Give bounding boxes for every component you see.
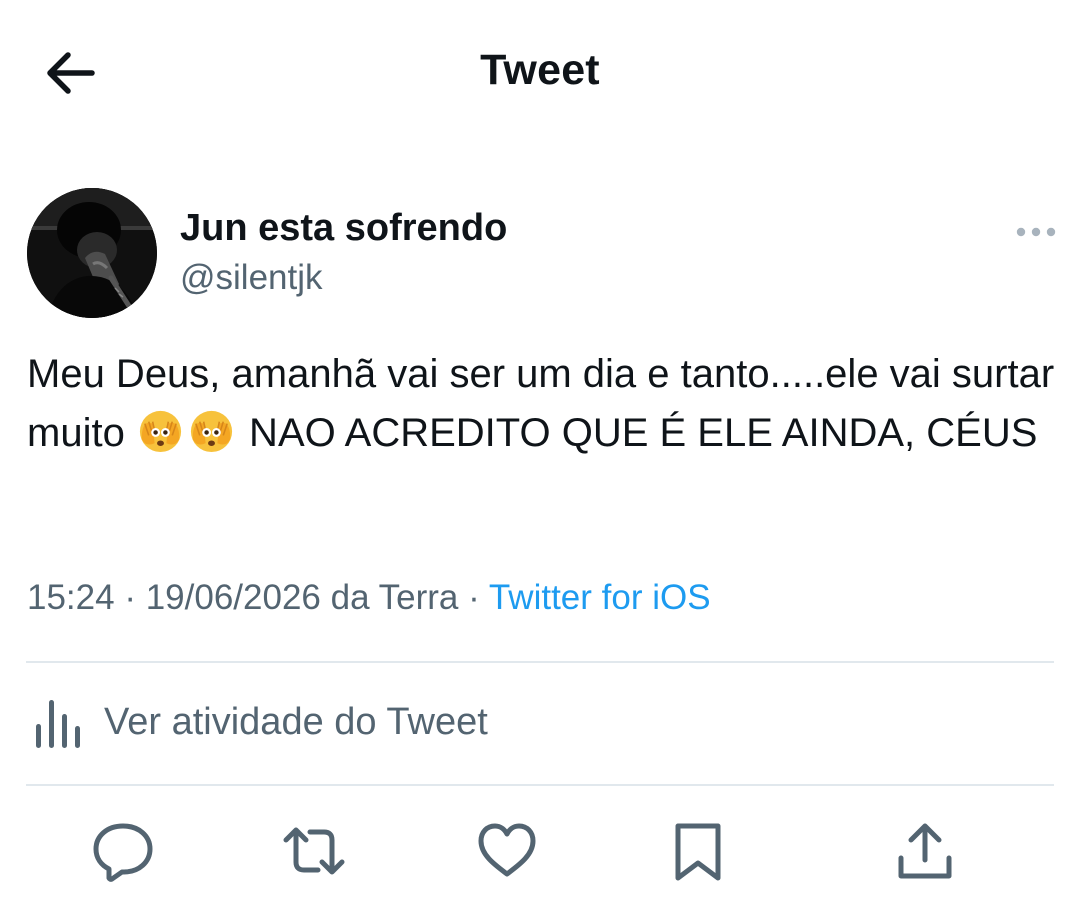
divider — [26, 784, 1054, 786]
share-icon — [898, 823, 952, 879]
more-dots-icon — [1016, 227, 1056, 237]
page-title: Tweet — [480, 46, 600, 94]
tweet-time: 15:24 — [27, 578, 115, 617]
tweet-meta: 15:24 · 19/06/2026 da Terra · Twitter fo… — [27, 578, 711, 618]
avatar-image — [27, 188, 157, 318]
divider — [26, 661, 1054, 663]
comment-icon — [93, 823, 153, 882]
face-with-peeking-eye-emoji-2 — [190, 410, 233, 453]
tweet-date: 19/06/2026 da Terra — [145, 578, 459, 617]
top-bar: Tweet — [0, 0, 1080, 145]
tweet-text-part-2: NAO ACREDITO QUE É ELE AINDA, CÉUS — [237, 411, 1038, 455]
face-with-peeking-eye-emoji-1 — [139, 410, 182, 453]
retweet-icon — [283, 827, 345, 875]
reply-button[interactable] — [91, 818, 155, 884]
retweet-button[interactable] — [282, 818, 346, 884]
tweet-text: Meu Deus, amanhã vai ser um dia e tanto.… — [27, 345, 1057, 463]
analytics-bars-icon — [36, 700, 80, 748]
heart-icon — [478, 823, 536, 877]
meta-separator: · — [458, 578, 489, 617]
like-button[interactable] — [475, 818, 539, 884]
view-tweet-activity-button[interactable]: Ver atividade do Tweet — [34, 694, 634, 754]
author-name[interactable]: Jun esta sofrendo — [180, 207, 507, 250]
share-button[interactable] — [893, 818, 957, 884]
more-options-button[interactable] — [1014, 222, 1058, 242]
bookmark-icon — [675, 823, 721, 881]
tweet-detail-page: Tweet Jun esta sofrendo @silentjk Meu De… — [0, 0, 1080, 916]
author-handle[interactable]: @silentjk — [180, 258, 323, 298]
tweet-source-link[interactable]: Twitter for iOS — [489, 578, 711, 617]
meta-separator: · — [114, 578, 146, 617]
avatar[interactable] — [27, 188, 157, 318]
view-tweet-activity-label: Ver atividade do Tweet — [104, 701, 488, 743]
bookmark-button[interactable] — [666, 818, 730, 884]
